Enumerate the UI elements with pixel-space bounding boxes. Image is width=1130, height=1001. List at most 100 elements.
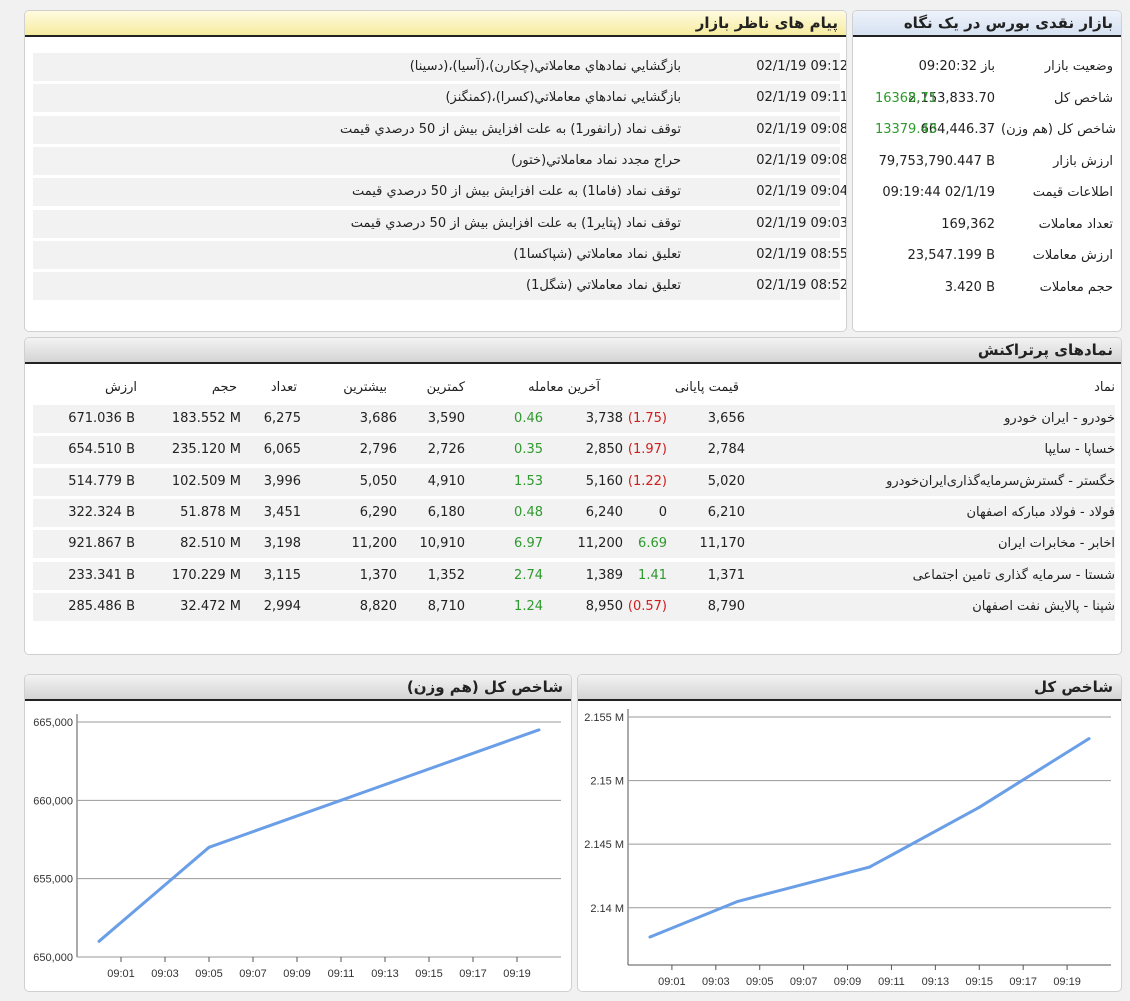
x-tick-label: 09:05 xyxy=(746,976,774,988)
supervisor-messages-title: پیام های ناظر بازار xyxy=(25,11,846,37)
message-row[interactable]: 02/1/19 08:55 تعليق نماد معاملاتي (شپاكسا… xyxy=(33,240,846,269)
header-min[interactable]: کمترین xyxy=(395,374,465,402)
message-text: تعليق نماد معاملاتي (شپاكسا1) xyxy=(513,246,681,262)
last-change-cell: 6.97 xyxy=(514,536,543,552)
message-row[interactable]: 02/1/19 08:52 تعليق نماد معاملاتي (شگل1) xyxy=(33,272,846,301)
overview-value: 79,753,790.447 B xyxy=(878,153,995,169)
volume-cell: 82.510 M xyxy=(180,536,241,552)
overview-label: حجم معاملات xyxy=(1039,279,1113,295)
overview-row: وضعیت بازار باز 09:20:32 xyxy=(853,53,1121,81)
x-tick-label: 09:03 xyxy=(151,968,179,980)
x-tick-label: 09:13 xyxy=(922,976,950,988)
close-price-cell: 1,371 xyxy=(707,567,745,583)
header-volume[interactable]: حجم xyxy=(155,374,237,402)
last-trade-cell: 8,950 xyxy=(585,598,623,614)
y-tick-label: 2.155 M xyxy=(584,712,624,724)
min-cell: 10,910 xyxy=(419,536,466,552)
market-overview-panel: بازار نقدی بورس در یک نگاه وضعیت بازار با… xyxy=(852,10,1122,332)
y-tick-label: 2.145 M xyxy=(584,839,624,851)
message-time: 02/1/19 09:08 xyxy=(756,121,847,137)
message-row[interactable]: 02/1/19 09:04 توقف نماد (فاما1) به علت اف… xyxy=(33,178,846,207)
count-cell: 6,275 xyxy=(263,411,301,426)
total-index-chart-title: شاخص کل xyxy=(578,675,1121,701)
header-count[interactable]: تعداد xyxy=(245,374,297,402)
table-row[interactable]: خودرو - ایران خودرو 3,656 (1.75) 3,738 0.46 3… xyxy=(33,405,1115,433)
symbol-cell: شستا - سرمایه گذاری تامین اجتماعی xyxy=(912,567,1115,583)
table-row[interactable]: خگستر - گسترش‌سرمایه‌گذاری‌ایران‌خودرو 5,… xyxy=(33,467,1115,496)
header-last-trade[interactable]: آخرین معامله xyxy=(485,374,600,402)
count-cell: 3,996 xyxy=(263,473,301,489)
message-time: 02/1/19 08:52 xyxy=(756,278,847,294)
header-value[interactable]: ارزش xyxy=(45,374,137,402)
data-point xyxy=(97,939,101,943)
message-text: حراج مجدد نماد معاملاتي(ختور) xyxy=(511,152,681,168)
value-cell: 921.867 B xyxy=(68,536,135,552)
value-cell: 285.486 B xyxy=(68,598,135,614)
count-cell: 2,994 xyxy=(263,598,301,614)
message-time: 02/1/19 09:11 xyxy=(756,90,847,106)
last-trade-cell: 1,389 xyxy=(585,567,623,583)
symbol-cell: خودرو - ایران خودرو xyxy=(1004,411,1115,426)
data-point xyxy=(648,935,652,939)
data-point xyxy=(537,728,541,732)
close-price-cell: 8,790 xyxy=(707,598,745,614)
min-cell: 3,590 xyxy=(427,411,465,426)
value-cell: 233.341 B xyxy=(68,567,135,583)
last-trade-cell: 6,240 xyxy=(585,504,623,520)
max-cell: 6,290 xyxy=(359,504,397,520)
symbol-cell: خساپا - سایپا xyxy=(1044,442,1115,458)
overview-value: 09:19:44 02/1/19 xyxy=(882,185,995,200)
close-price-cell: 3,656 xyxy=(707,411,745,426)
message-row[interactable]: 02/1/19 09:12 بازگشايي نمادهاي معاملاتي(چ… xyxy=(33,53,846,81)
value-cell: 322.324 B xyxy=(68,504,135,520)
header-close-price[interactable]: قیمت پایانی xyxy=(635,374,739,402)
header-symbol[interactable]: نماد xyxy=(925,374,1115,402)
last-trade-cell: 5,160 xyxy=(585,473,623,489)
last-change-cell: 0.46 xyxy=(514,411,543,426)
message-time: 02/1/19 09:12 xyxy=(756,59,847,74)
last-change-cell: 0.35 xyxy=(514,442,543,458)
volume-cell: 183.552 M xyxy=(171,411,241,426)
message-text: تعليق نماد معاملاتي (شگل1) xyxy=(526,278,681,294)
table-row[interactable]: فولاد - فولاد مبارکه اصفهان 6,210 0 6,240 0.… xyxy=(33,498,1115,527)
volume-cell: 102.509 M xyxy=(171,473,241,489)
message-row[interactable]: 02/1/19 09:08 حراج مجدد نماد معاملاتي(ختو… xyxy=(33,146,846,175)
equal-weight-index-chart-panel: شاخص کل (هم وزن) 650,000 655,000 660,000 66… xyxy=(24,674,572,992)
y-tick-label: 2.14 M xyxy=(590,903,624,915)
overview-change: 13379.43 xyxy=(874,122,937,137)
y-tick-label: 655,000 xyxy=(33,874,73,886)
table-row[interactable]: اخابر - مخابرات ایران 11,170 6.69 11,200 6.9… xyxy=(33,530,1115,559)
value-cell: 514.779 B xyxy=(68,473,135,489)
x-tick-label: 09:01 xyxy=(658,976,686,988)
symbol-cell: شپنا - پالایش نفت اصفهان xyxy=(972,598,1115,614)
min-cell: 1,352 xyxy=(427,567,465,583)
message-time: 02/1/19 09:08 xyxy=(756,152,847,168)
message-row[interactable]: 02/1/19 09:11 بازگشايي نمادهاي معاملاتي(ك… xyxy=(33,84,846,113)
volume-cell: 235.120 M xyxy=(171,442,241,458)
x-tick-label: 09:07 xyxy=(790,976,818,988)
data-point xyxy=(736,899,740,903)
overview-row: ارزش بازار 79,753,790.447 B xyxy=(853,148,1121,176)
supervisor-messages-panel: پیام های ناظر بازار 02/1/19 09:12 بازگشاي… xyxy=(24,10,847,332)
x-tick-label: 09:15 xyxy=(966,976,994,988)
table-row[interactable]: خساپا - سایپا 2,784 (1.97) 2,850 0.35 2,726 2,… xyxy=(33,436,1115,465)
message-row[interactable]: 02/1/19 09:08 توقف نماد (رانفور1) به علت … xyxy=(33,115,846,144)
table-row[interactable]: شپنا - پالایش نفت اصفهان 8,790 (0.57) 8,950… xyxy=(33,592,1115,621)
header-max[interactable]: بیشترین xyxy=(315,374,387,402)
message-row[interactable]: 02/1/19 09:03 توقف نماد (پتاير1) به علت ا… xyxy=(33,209,846,238)
data-point xyxy=(207,845,211,849)
overview-value: 3.420 B xyxy=(944,279,995,295)
table-row[interactable]: شستا - سرمایه گذاری تامین اجتماعی 1,371 1.… xyxy=(33,561,1115,590)
symbol-cell: خگستر - گسترش‌سرمایه‌گذاری‌ایران‌خودرو xyxy=(886,473,1115,489)
overview-label: وضعیت بازار xyxy=(1044,59,1113,74)
min-cell: 4,910 xyxy=(427,473,465,489)
close-price-cell: 2,784 xyxy=(707,442,745,458)
message-time: 02/1/19 08:55 xyxy=(756,246,847,262)
top-symbols-title: نمادهای پرتراکنش xyxy=(25,338,1121,364)
max-cell: 2,796 xyxy=(359,442,397,458)
min-cell: 2,726 xyxy=(427,442,465,458)
max-cell: 8,820 xyxy=(359,598,397,614)
data-point xyxy=(977,805,981,809)
top-symbols-panel: نمادهای پرتراکنش نماد قیمت پایانی آخرین … xyxy=(24,337,1122,655)
count-cell: 3,115 xyxy=(263,567,301,583)
